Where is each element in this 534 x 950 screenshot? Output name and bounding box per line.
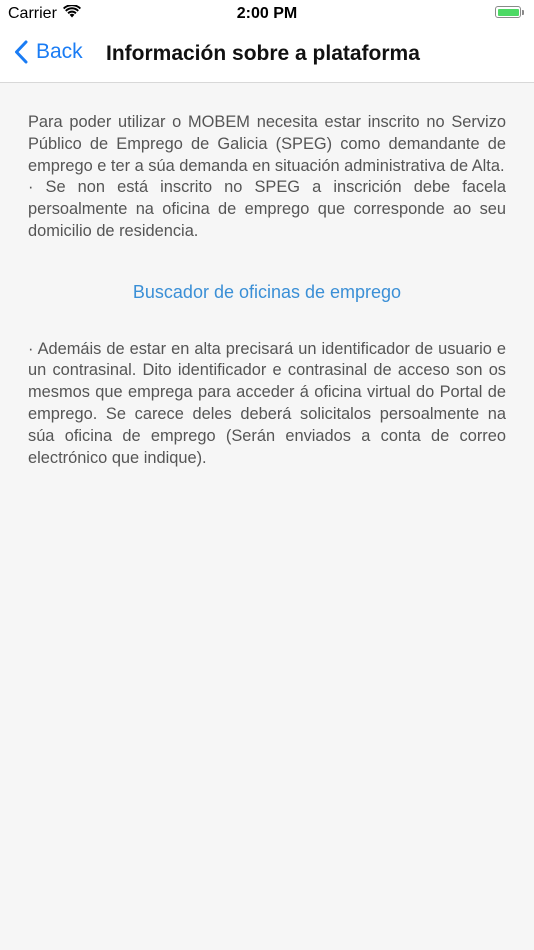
nav-bar: Back Información sobre a plataforma (0, 30, 534, 83)
screen: Carrier 2:00 PM Back Información sobre a… (0, 0, 534, 950)
chevron-left-icon (15, 40, 28, 64)
battery-cap (522, 9, 524, 15)
status-right (495, 6, 524, 18)
back-label: Back (36, 40, 83, 63)
content: Para poder utilizar o MOBEM necesita est… (28, 112, 506, 469)
battery-level-fill (497, 8, 519, 16)
office-finder-link[interactable]: Buscador de oficinas de emprego (28, 282, 506, 304)
back-button[interactable]: Back (14, 40, 83, 64)
info-paragraph-registration: Para poder utilizar o MOBEM necesita est… (28, 113, 506, 175)
status-bar: Carrier 2:00 PM (0, 0, 534, 30)
status-time: 2:00 PM (236, 5, 298, 22)
battery-icon (495, 6, 521, 18)
info-paragraph-credentials: · Ademáis de estar en alta precisará un … (28, 339, 506, 467)
info-paragraph-inscription: · Se non está inscrito no SPEG a inscric… (28, 178, 506, 240)
page-title: Información sobre a plataforma (106, 42, 420, 65)
